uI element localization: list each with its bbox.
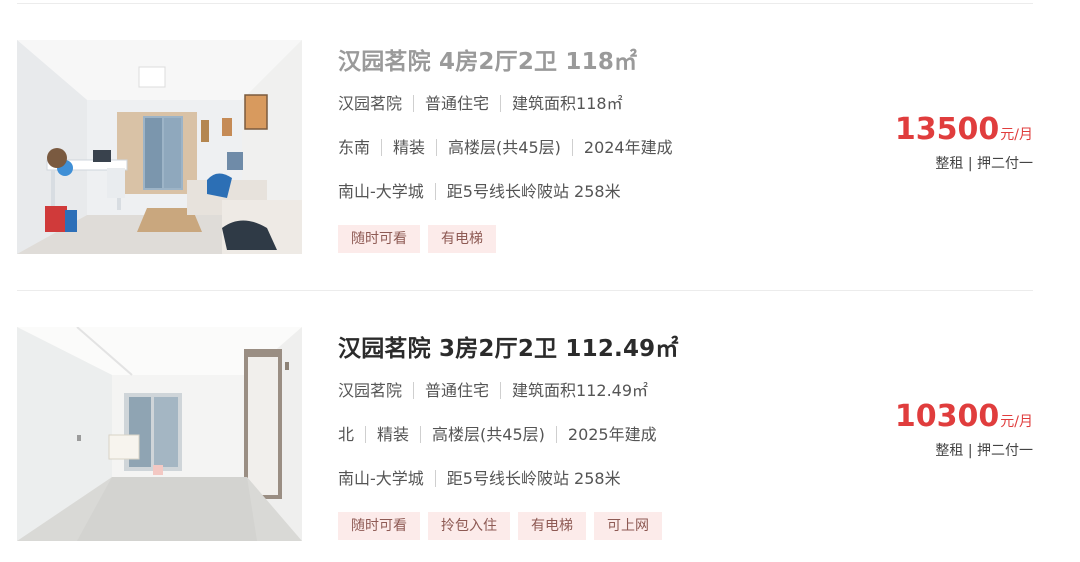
- built-year: 2025年建成: [567, 425, 657, 444]
- separator: [365, 426, 367, 443]
- price-block: 10300元/月 整租 | 押二付一: [895, 400, 1033, 460]
- separator: [413, 95, 415, 112]
- price: 10300元/月: [895, 400, 1033, 439]
- empty-room-photo: [17, 327, 302, 541]
- listing-photo[interactable]: [17, 40, 302, 254]
- listing-photo[interactable]: [17, 327, 302, 541]
- orientation: 北: [338, 425, 355, 444]
- separator: [434, 183, 436, 200]
- price-block: 13500元/月 整租 | 押二付一: [895, 113, 1033, 173]
- listing-detail-info: 东南 精装 高楼层(共45层) 2024年建成: [338, 134, 673, 158]
- floor-area: 建筑面积118㎡: [512, 94, 623, 113]
- separator: [500, 95, 502, 112]
- district[interactable]: 南山-大学城: [338, 182, 424, 201]
- tag: 可上网: [594, 512, 662, 540]
- price-unit: 元/月: [1000, 414, 1033, 430]
- listing-basic-info: 汉园茗院 普通住宅 建筑面积112.49㎡: [338, 377, 648, 401]
- listing-detail-info: 北 精装 高楼层(共45层) 2025年建成: [338, 421, 657, 445]
- floor-level: 高楼层(共45层): [448, 138, 561, 157]
- separator: [555, 426, 557, 443]
- listing-tags: 随时可看 有电梯: [338, 225, 496, 253]
- decoration: 精装: [393, 138, 426, 157]
- built-year: 2024年建成: [583, 138, 673, 157]
- orientation: 东南: [338, 138, 371, 157]
- community-name[interactable]: 汉园茗院: [338, 381, 402, 400]
- subway-distance: 距5号线长岭陂站 258米: [446, 469, 621, 488]
- listing-card[interactable]: 汉园茗院 4房2厅2卫 118㎡ 汉园茗院 普通住宅 建筑面积118㎡ 东南 精装 高楼…: [0, 40, 1080, 256]
- listing-title-link[interactable]: 汉园茗院 4房2厅2卫 118㎡: [338, 42, 637, 76]
- price-unit: 元/月: [1000, 127, 1033, 143]
- separator: [434, 470, 436, 487]
- price-value: 13500: [894, 112, 1000, 147]
- listing-page: 汉园茗院 4房2厅2卫 118㎡ 汉园茗院 普通住宅 建筑面积118㎡ 东南 精装 高楼…: [0, 0, 1080, 562]
- price: 13500元/月: [895, 113, 1033, 152]
- decoration: 精装: [377, 425, 410, 444]
- property-type: 普通住宅: [425, 381, 490, 400]
- community-name[interactable]: 汉园茗院: [338, 94, 402, 113]
- tag: 有电梯: [518, 512, 586, 540]
- living-room-photo: [17, 40, 302, 254]
- rent-terms: 整租 | 押二付一: [935, 443, 1033, 459]
- tag: 有电梯: [428, 225, 496, 253]
- listing-location-info: 南山-大学城 距5号线长岭陂站 258米: [338, 178, 621, 202]
- floor-level: 高楼层(共45层): [432, 425, 545, 444]
- floor-area: 建筑面积112.49㎡: [512, 381, 649, 400]
- separator: [436, 139, 438, 156]
- tag: 拎包入住: [428, 512, 510, 540]
- listing-tags: 随时可看 拎包入住 有电梯 可上网: [338, 512, 662, 540]
- separator: [420, 426, 422, 443]
- tag: 随时可看: [338, 512, 420, 540]
- separator: [381, 139, 383, 156]
- separator: [413, 382, 415, 399]
- listing-card[interactable]: 汉园茗院 3房2厅2卫 112.49㎡ 汉园茗院 普通住宅 建筑面积112.49㎡ …: [0, 327, 1080, 543]
- tag: 随时可看: [338, 225, 420, 253]
- listing-basic-info: 汉园茗院 普通住宅 建筑面积118㎡: [338, 90, 623, 114]
- property-type: 普通住宅: [425, 94, 490, 113]
- price-value: 10300: [894, 399, 1000, 434]
- listing-location-info: 南山-大学城 距5号线长岭陂站 258米: [338, 465, 621, 489]
- separator: [571, 139, 573, 156]
- rent-terms: 整租 | 押二付一: [935, 156, 1033, 172]
- listing-title-link[interactable]: 汉园茗院 3房2厅2卫 112.49㎡: [338, 329, 679, 363]
- divider: [17, 290, 1033, 291]
- separator: [500, 382, 502, 399]
- district[interactable]: 南山-大学城: [338, 469, 424, 488]
- divider: [17, 3, 1033, 4]
- subway-distance: 距5号线长岭陂站 258米: [446, 182, 621, 201]
